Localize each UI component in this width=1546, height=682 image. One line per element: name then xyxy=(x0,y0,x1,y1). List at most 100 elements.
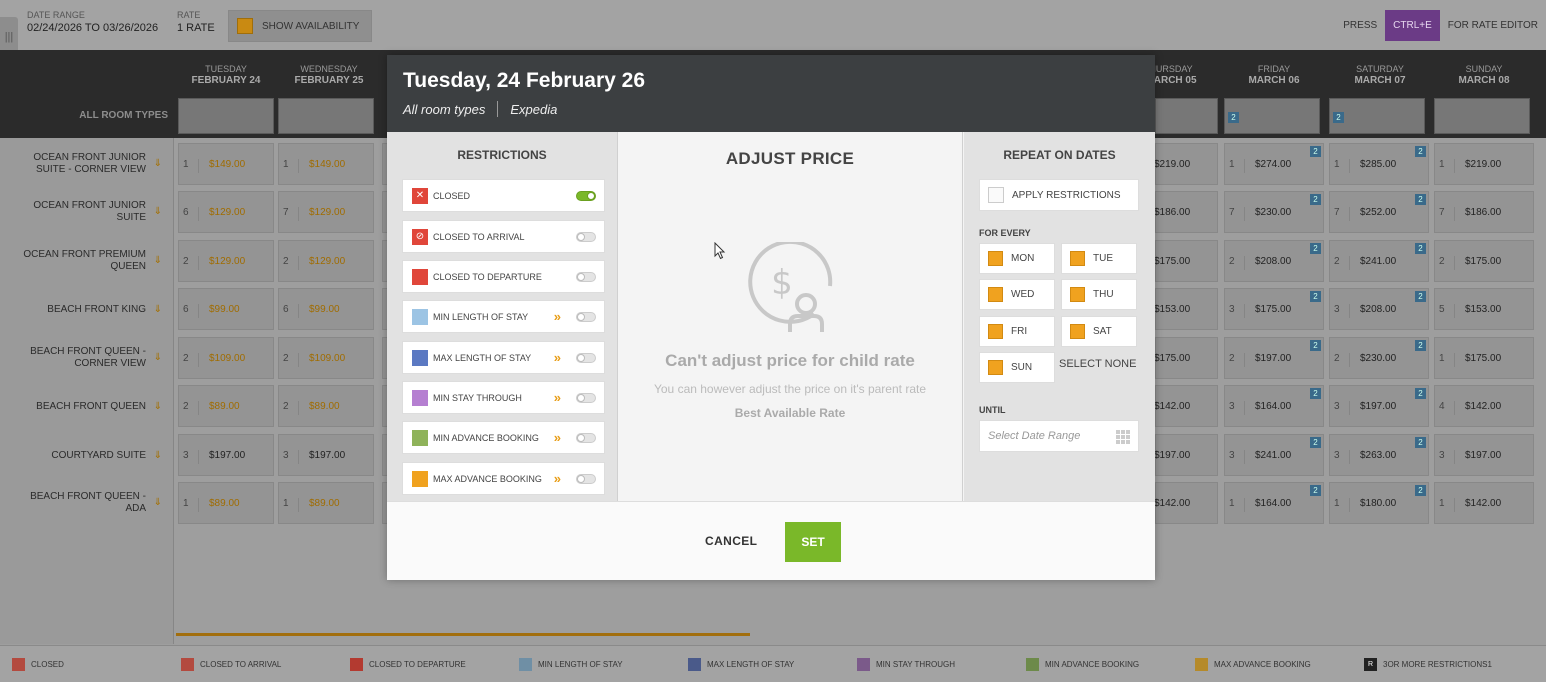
rate-cell[interactable]: 1 $175.00 xyxy=(1434,337,1534,379)
rate-cell[interactable]: 1 $285.00 2 xyxy=(1329,143,1429,185)
weekday-checkbox[interactable] xyxy=(988,251,1003,266)
chevron-down-icon[interactable]: ⇓ xyxy=(154,352,162,364)
calendar-grid-icon[interactable] xyxy=(1116,430,1130,444)
cancel-button[interactable]: CANCEL xyxy=(705,534,757,548)
restriction-toggle[interactable] xyxy=(576,474,596,484)
apply-restrictions-checkbox[interactable]: APPLY RESTRICTIONS xyxy=(979,179,1139,211)
rate-cell[interactable]: 2 $230.00 2 xyxy=(1329,337,1429,379)
rate-cell[interactable]: 1 $274.00 2 xyxy=(1224,143,1324,185)
expand-arrows-icon[interactable]: » xyxy=(554,430,561,445)
weekday-toggle-tue[interactable]: TUE xyxy=(1061,243,1137,274)
room-type-row-label[interactable]: BEACH FRONT QUEEN - CORNER VIEW ⇓ xyxy=(0,346,168,370)
weekday-toggle-sat[interactable]: SAT xyxy=(1061,316,1137,347)
room-type-row-label[interactable]: COURTYARD SUITE ⇓ xyxy=(0,450,168,462)
rate-cell[interactable]: 3 $241.00 2 xyxy=(1224,434,1324,476)
rate-cell[interactable]: 7 $186.00 xyxy=(1434,191,1534,233)
rate-cell[interactable]: 3 $197.00 2 xyxy=(1329,385,1429,427)
weekday-checkbox[interactable] xyxy=(1070,324,1085,339)
room-type-row-label[interactable]: OCEAN FRONT JUNIOR SUITE - CORNER VIEW ⇓ xyxy=(0,152,168,176)
restriction-toggle[interactable] xyxy=(576,353,596,363)
rate-cell[interactable]: $175.00 xyxy=(1154,240,1218,282)
rate-cell[interactable]: 3 $208.00 2 xyxy=(1329,288,1429,330)
rate-cell[interactable]: 4 $142.00 xyxy=(1434,385,1534,427)
restriction-row[interactable]: ⊘ CLOSED TO ARRIVAL xyxy=(402,220,605,253)
chevron-down-icon[interactable]: ⇓ xyxy=(154,450,162,462)
restriction-row[interactable]: CLOSED TO DEPARTURE xyxy=(402,260,605,293)
all-rooms-day-cell[interactable] xyxy=(1155,98,1218,134)
rate-cell[interactable]: $186.00 xyxy=(1154,191,1218,233)
weekday-toggle-wed[interactable]: WED xyxy=(979,279,1055,310)
all-rooms-day-cell[interactable]: 2 xyxy=(1329,98,1425,134)
rate-cell[interactable]: $142.00 xyxy=(1154,385,1218,427)
rate-cell[interactable]: 6 $129.00 xyxy=(178,191,274,233)
rate-filter[interactable]: RATE 1 RATE xyxy=(177,10,215,34)
rate-cell[interactable]: 3 $197.00 xyxy=(1434,434,1534,476)
expand-arrows-icon[interactable]: » xyxy=(554,471,561,486)
restriction-toggle[interactable] xyxy=(576,393,596,403)
restriction-row[interactable]: MAX ADVANCE BOOKING » xyxy=(402,462,605,495)
checkbox-box[interactable] xyxy=(988,187,1004,203)
rate-cell[interactable]: 3 $263.00 2 xyxy=(1329,434,1429,476)
restriction-row[interactable]: MIN ADVANCE BOOKING » xyxy=(402,421,605,454)
weekday-checkbox[interactable] xyxy=(1070,287,1085,302)
rate-cell[interactable]: 3 $197.00 xyxy=(178,434,274,476)
rate-cell[interactable]: 6 $99.00 xyxy=(178,288,274,330)
rate-cell[interactable]: 5 $153.00 xyxy=(1434,288,1534,330)
rate-cell[interactable]: 1 $89.00 xyxy=(278,482,374,524)
weekday-checkbox[interactable] xyxy=(988,360,1003,375)
weekday-toggle-mon[interactable]: MON xyxy=(979,243,1055,274)
rate-cell[interactable]: 1 $164.00 2 xyxy=(1224,482,1324,524)
room-type-row-label[interactable]: OCEAN FRONT PREMIUM QUEEN ⇓ xyxy=(0,249,168,273)
chevron-down-icon[interactable]: ⇓ xyxy=(154,206,162,218)
restriction-toggle[interactable] xyxy=(576,272,596,282)
expand-arrows-icon[interactable]: » xyxy=(554,390,561,405)
all-rooms-day-cell[interactable]: 2 xyxy=(1224,98,1320,134)
rate-cell[interactable]: 2 $197.00 2 xyxy=(1224,337,1324,379)
weekday-toggle-thu[interactable]: THU xyxy=(1061,279,1137,310)
rate-cell[interactable]: 2 $109.00 xyxy=(178,337,274,379)
rate-cell[interactable]: $175.00 xyxy=(1154,337,1218,379)
rate-cell[interactable]: 7 $252.00 2 xyxy=(1329,191,1429,233)
rate-cell[interactable]: 2 $129.00 xyxy=(278,240,374,282)
chevron-down-icon[interactable]: ⇓ xyxy=(154,401,162,413)
restriction-row[interactable]: MIN LENGTH OF STAY » xyxy=(402,300,605,333)
rate-cell[interactable]: 3 $197.00 xyxy=(278,434,374,476)
restriction-row[interactable]: MIN STAY THROUGH » xyxy=(402,381,605,414)
date-range-input[interactable]: Select Date Range xyxy=(979,420,1139,452)
all-rooms-day-cell[interactable] xyxy=(1434,98,1530,134)
room-type-row-label[interactable]: BEACH FRONT QUEEN - ADA ⇓ xyxy=(0,491,168,515)
restriction-toggle[interactable] xyxy=(576,191,596,201)
rate-cell[interactable]: 1 $219.00 xyxy=(1434,143,1534,185)
show-availability-button[interactable]: SHOW AVAILABILITY xyxy=(228,10,372,42)
rate-cell[interactable]: 1 $89.00 xyxy=(178,482,274,524)
chevron-down-icon[interactable]: ⇓ xyxy=(154,304,162,316)
rate-cell[interactable]: 1 $149.00 xyxy=(278,143,374,185)
rate-cell[interactable]: 7 $129.00 xyxy=(278,191,374,233)
rate-cell[interactable]: 7 $230.00 2 xyxy=(1224,191,1324,233)
rate-cell[interactable]: 1 $180.00 2 xyxy=(1329,482,1429,524)
restriction-row[interactable]: MAX LENGTH OF STAY » xyxy=(402,341,605,374)
restriction-toggle[interactable] xyxy=(576,232,596,242)
chevron-down-icon[interactable]: ⇓ xyxy=(154,158,162,170)
weekday-toggle-sun[interactable]: SUN xyxy=(979,352,1055,383)
rate-cell[interactable]: 2 $89.00 xyxy=(278,385,374,427)
weekday-checkbox[interactable] xyxy=(988,287,1003,302)
chevron-down-icon[interactable]: ⇓ xyxy=(154,255,162,267)
rate-cell[interactable]: $153.00 xyxy=(1154,288,1218,330)
all-rooms-day-cell[interactable] xyxy=(278,98,374,134)
rate-cell[interactable]: 2 $129.00 xyxy=(178,240,274,282)
weekday-checkbox[interactable] xyxy=(1070,251,1085,266)
room-type-row-label[interactable]: BEACH FRONT QUEEN ⇓ xyxy=(0,401,168,413)
restriction-toggle[interactable] xyxy=(576,433,596,443)
rate-cell[interactable]: 1 $142.00 xyxy=(1434,482,1534,524)
rate-cell[interactable]: 2 $109.00 xyxy=(278,337,374,379)
rate-cell[interactable]: 2 $241.00 2 xyxy=(1329,240,1429,282)
rate-cell[interactable]: $142.00 xyxy=(1154,482,1218,524)
rate-cell[interactable]: $219.00 xyxy=(1154,143,1218,185)
weekday-checkbox[interactable] xyxy=(988,324,1003,339)
room-type-row-label[interactable]: OCEAN FRONT JUNIOR SUITE ⇓ xyxy=(0,200,168,224)
set-button[interactable]: SET xyxy=(785,522,841,562)
restriction-row[interactable]: ✕ CLOSED xyxy=(402,179,605,212)
expand-arrows-icon[interactable]: » xyxy=(554,309,561,324)
chevron-down-icon[interactable]: ⇓ xyxy=(154,497,162,509)
